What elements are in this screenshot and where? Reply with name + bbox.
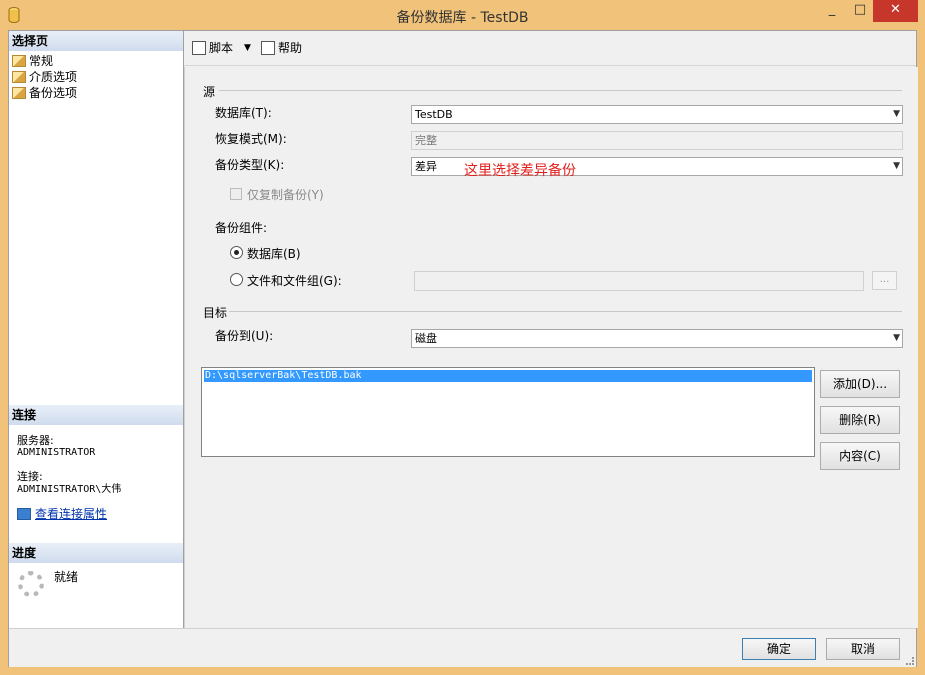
component-database-label: 数据库(B) — [247, 247, 301, 261]
help-button[interactable]: 帮助 — [261, 40, 302, 56]
help-label: 帮助 — [278, 41, 303, 55]
page-icon — [12, 55, 26, 67]
contents-button[interactable]: 内容(C) — [820, 442, 900, 470]
backup-to-select[interactable]: 磁盘 ▼ — [411, 329, 903, 348]
page-item-label: 常规 — [29, 54, 54, 68]
script-icon — [192, 41, 206, 55]
close-button[interactable]: ✕ — [873, 0, 918, 22]
chevron-down-icon: ▼ — [893, 161, 900, 171]
backup-to-label: 备份到(U): — [215, 329, 274, 343]
dialog-window: 备份数据库 - TestDB _ □ ✕ 选择页 常规 介质选项 备份选项 连接… — [0, 0, 925, 675]
source-group-title: 源 — [203, 85, 216, 99]
script-button[interactable]: 脚本 — [192, 40, 233, 56]
page-item-media-options[interactable]: 介质选项 — [12, 69, 77, 85]
recovery-model-field: 完整 — [411, 131, 903, 150]
page-item-backup-options[interactable]: 备份选项 — [12, 85, 77, 101]
cancel-button[interactable]: 取消 — [826, 638, 900, 660]
component-files-label: 文件和文件组(G): — [247, 274, 342, 288]
main-panel: 源 数据库(T): TestDB ▼ 恢复模式(M): 完整 备份类型(K): 差… — [184, 67, 918, 628]
page-icon — [12, 71, 26, 83]
connection-header: 连接 — [9, 405, 183, 425]
progress-header: 进度 — [9, 543, 183, 563]
title-bar[interactable]: 备份数据库 - TestDB _ □ ✕ — [0, 0, 925, 30]
left-panel: 选择页 常规 介质选项 备份选项 连接 服务器: ADMINISTRATOR 连… — [9, 31, 184, 628]
script-label: 脚本 — [209, 41, 234, 55]
page-icon — [12, 87, 26, 99]
script-dropdown-icon[interactable]: ▼ — [244, 40, 251, 56]
server-label: 服务器: — [17, 434, 54, 447]
component-files-radio[interactable] — [230, 273, 243, 286]
source-divider — [219, 90, 902, 91]
page-item-label: 备份选项 — [29, 86, 78, 100]
backup-type-label: 备份类型(K): — [215, 158, 285, 172]
files-browse-button: ... — [872, 271, 897, 290]
select-page-header: 选择页 — [9, 31, 183, 51]
annotation-text: 这里选择差异备份 — [464, 163, 576, 179]
maximize-button[interactable]: □ — [846, 0, 874, 22]
progress-status: 就绪 — [54, 570, 79, 584]
ok-button[interactable]: 确定 — [742, 638, 816, 660]
progress-spinner-icon — [18, 571, 44, 597]
list-item[interactable]: D:\sqlserverBak\TestDB.bak — [204, 370, 812, 382]
page-item-general[interactable]: 常规 — [12, 53, 53, 69]
dialog-footer: 确定 取消 — [9, 628, 916, 667]
copy-only-checkbox[interactable] — [230, 188, 242, 200]
destination-divider — [229, 311, 902, 312]
view-connection-properties-link[interactable]: 查看连接属性 — [17, 505, 107, 522]
backup-component-label: 备份组件: — [215, 221, 268, 235]
backup-destination-list[interactable]: D:\sqlserverBak\TestDB.bak — [201, 367, 815, 457]
minimize-button[interactable]: _ — [818, 0, 846, 22]
connection-label: 连接: — [17, 470, 43, 483]
resize-grip-icon[interactable] — [906, 657, 914, 665]
server-value: ADMINISTRATOR — [17, 447, 96, 458]
dialog-client: 选择页 常规 介质选项 备份选项 连接 服务器: ADMINISTRATOR 连… — [8, 30, 918, 667]
toolbar: 脚本 ▼ 帮助 — [184, 31, 916, 66]
files-field — [414, 271, 864, 291]
backup-to-value: 磁盘 — [415, 332, 437, 345]
recovery-model-label: 恢复模式(M): — [215, 132, 287, 146]
window-title: 备份数据库 - TestDB — [396, 10, 529, 26]
chevron-down-icon: ▼ — [893, 109, 900, 119]
connection-icon — [17, 508, 31, 520]
database-select[interactable]: TestDB ▼ — [411, 105, 903, 124]
database-label: 数据库(T): — [215, 106, 272, 120]
destination-group-title: 目标 — [203, 306, 228, 320]
help-icon — [261, 41, 275, 55]
remove-button[interactable]: 删除(R) — [820, 406, 900, 434]
connection-value: ADMINISTRATOR\大伟 — [17, 483, 121, 496]
backup-type-value: 差异 — [415, 160, 437, 173]
page-item-label: 介质选项 — [29, 70, 78, 84]
chevron-down-icon: ▼ — [893, 333, 900, 343]
copy-only-label: 仅复制备份(Y) — [247, 188, 324, 202]
component-database-radio[interactable] — [230, 246, 243, 259]
connection-value-text: ADMINISTRATOR\大伟 — [17, 484, 122, 495]
view-connection-link-label: 查看连接属性 — [35, 507, 108, 521]
database-value: TestDB — [415, 108, 453, 121]
add-button[interactable]: 添加(D)... — [820, 370, 900, 398]
